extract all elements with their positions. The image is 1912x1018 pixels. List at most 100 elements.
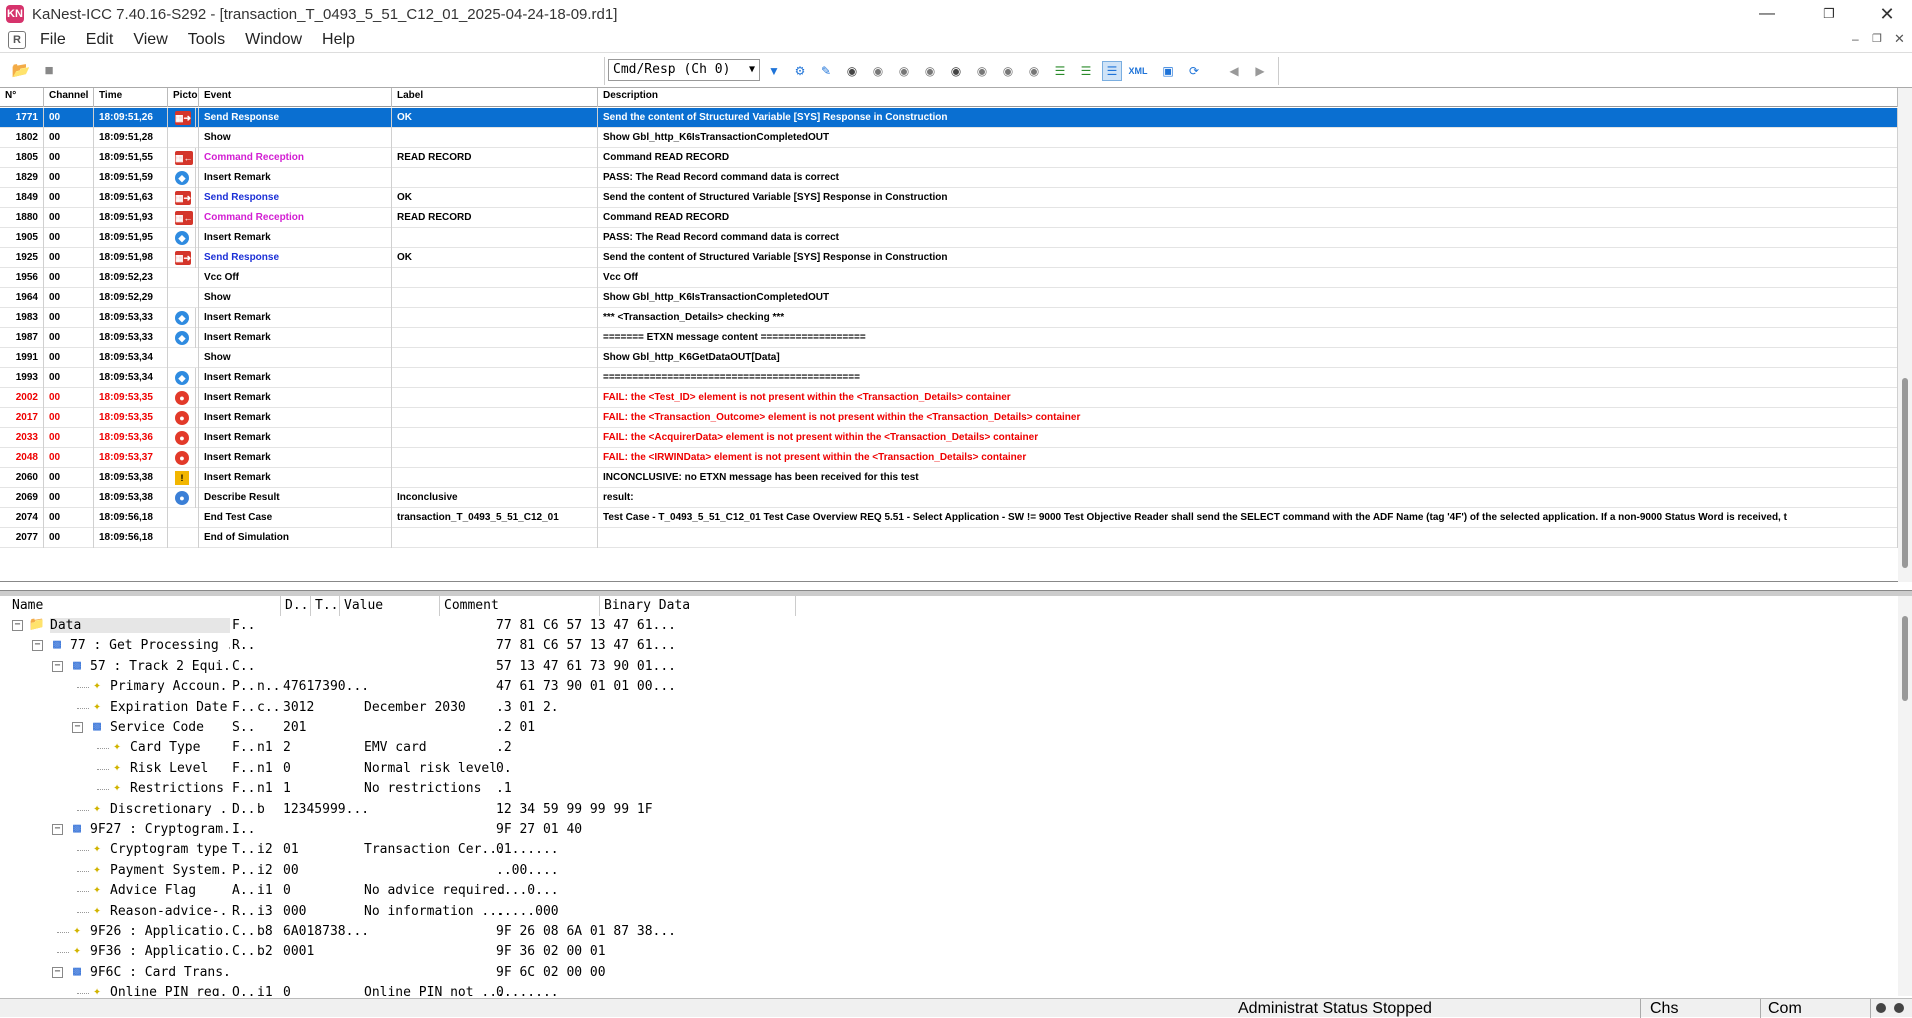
menu-file[interactable]: File <box>30 31 76 49</box>
scroll-thumb[interactable] <box>1902 378 1908 568</box>
event-row[interactable]: 1771 00 18:09:51,26 ▦➜ Send Response OK Send t… <box>0 108 1898 128</box>
menu-view[interactable]: View <box>123 31 177 49</box>
save-icon[interactable]: ■ <box>38 59 60 81</box>
collapse-toggle-icon[interactable]: − <box>52 966 63 978</box>
find-next-icon[interactable]: ◉ <box>868 61 888 81</box>
settings-icon[interactable]: ▣ <box>1158 61 1178 81</box>
filter-icon[interactable]: ▼ <box>764 61 784 81</box>
find-response-icon[interactable]: ◉ <box>946 61 966 81</box>
event-row[interactable]: 2074 00 18:09:56,18 End Test Case transactio… <box>0 508 1898 528</box>
col-header-description[interactable]: Description <box>598 88 1898 107</box>
tree-row[interactable]: ✦ Cryptogram type T.. i2 01 Transaction Cer..… <box>8 840 1898 860</box>
col-header-d[interactable]: D.. <box>281 596 311 616</box>
channel-select[interactable]: Cmd/Resp (Ch 0) ▼ <box>608 59 760 81</box>
sync-icon[interactable]: ⟳ <box>1184 61 1204 81</box>
close-icon[interactable]: ✕ <box>1864 0 1910 28</box>
col-header-channel[interactable]: Channel <box>44 88 94 107</box>
collapse-toggle-icon[interactable]: − <box>72 722 83 733</box>
tree-row[interactable]: ✦ Payment System... P.. i2 00 ..00.... <box>8 861 1898 881</box>
find-previous-icon[interactable]: ◉ <box>894 61 914 81</box>
filter-edit-icon[interactable]: ✎ <box>816 61 836 81</box>
event-row[interactable]: 1802 00 18:09:51,28 Show Show Gbl_http_K6IsT… <box>0 128 1898 148</box>
event-row[interactable]: 1991 00 18:09:53,34 Show Show Gbl_http_K6Get… <box>0 348 1898 368</box>
collapse-toggle-icon[interactable]: − <box>52 660 63 672</box>
tree-row[interactable]: − ▩ Service Code S.. 201 .2 01 <box>8 718 1898 738</box>
tree-row[interactable]: ✦ Expiration Date F.. c.. 3012 December 2030.… <box>8 698 1898 718</box>
mdi-minimize-icon[interactable]: – <box>1852 32 1859 46</box>
col-header-name[interactable]: Name <box>8 596 281 616</box>
event-row[interactable]: 2048 00 18:09:53,37 ● Insert Remark FAIL: the… <box>0 448 1898 468</box>
find-error-icon[interactable]: ◉ <box>998 61 1018 81</box>
col-header-time[interactable]: Time <box>94 88 168 107</box>
tree-row[interactable]: −▩ 77 : Get Processing ...R.. 77 81 C6 57 … <box>8 636 1898 656</box>
col-header-t[interactable]: T.. <box>311 596 340 616</box>
event-row[interactable]: 1880 00 18:09:51,93 ▦← Command Reception READ… <box>0 208 1898 228</box>
tree-row[interactable]: ✦ Online PIN req... O.. i1 0 Online PIN not .… <box>8 983 1898 996</box>
vertical-scrollbar[interactable] <box>1898 88 1912 582</box>
mdi-restore-icon[interactable]: ❐ <box>1872 32 1882 45</box>
back-arrow-icon[interactable]: ◀ <box>1224 61 1244 81</box>
event-row[interactable]: 2069 00 18:09:53,38 ● Describe Result Inconcl… <box>0 488 1898 508</box>
col-header-comment[interactable]: Comment <box>440 596 600 616</box>
tree-row[interactable]: ✦ Reason-advice-... R.. i3 000 No information… <box>8 902 1898 922</box>
find-command-icon[interactable]: ◉ <box>920 61 940 81</box>
event-row[interactable]: 2033 00 18:09:53,36 ● Insert Remark FAIL: the… <box>0 428 1898 448</box>
tree-row[interactable]: − 📁 Data F.. 77 81 C6 57 13 47 61... <box>8 616 1898 636</box>
menu-window[interactable]: Window <box>235 31 312 49</box>
event-row[interactable]: 1983 00 18:09:53,33 ◆ Insert Remark *** <Tran… <box>0 308 1898 328</box>
collapse-toggle-icon[interactable]: − <box>12 620 23 631</box>
detail-view-icon[interactable]: ☰ <box>1076 61 1096 81</box>
find-remark-icon[interactable]: ◉ <box>972 61 992 81</box>
collapse-toggle-icon[interactable]: − <box>32 640 43 652</box>
minimize-icon[interactable]: — <box>1744 0 1790 28</box>
event-row[interactable]: 1829 00 18:09:51,59 ◆ Insert Remark PASS: The… <box>0 168 1898 188</box>
event-row[interactable]: 2017 00 18:09:53,35 ● Insert Remark FAIL: the… <box>0 408 1898 428</box>
tree-row[interactable]: ✦ Primary Accoun... P.. n.. 47617390... 47 61… <box>8 677 1898 697</box>
tree-row[interactable]: ✦ 9F36 : Applicatio...C..b2 0001 9F 36 02 0… <box>8 942 1898 962</box>
event-row[interactable]: 2060 00 18:09:53,38! Insert Remark INCONCLUS… <box>0 468 1898 488</box>
event-row[interactable]: 1849 00 18:09:51,63 ▦➜ Send Response OK Send t… <box>0 188 1898 208</box>
find-warning-icon[interactable]: ◉ <box>1024 61 1044 81</box>
xml-export-icon[interactable]: XML <box>1128 61 1148 81</box>
event-row[interactable]: 2002 00 18:09:53,35 ● Insert Remark FAIL: the… <box>0 388 1898 408</box>
event-row[interactable]: 1993 00 18:09:53,34 ◆ Insert Remark =========… <box>0 368 1898 388</box>
event-row[interactable]: 1956 00 18:09:52,23 Vcc Off Vcc Off <box>0 268 1898 288</box>
scroll-thumb[interactable] <box>1902 616 1908 701</box>
menu-tools[interactable]: Tools <box>178 31 235 49</box>
tree-row[interactable]: −▩ 57 : Track 2 Equi...C.. 57 13 47 61 73 … <box>8 657 1898 677</box>
restore-icon[interactable]: ❐ <box>1806 0 1852 28</box>
event-row[interactable]: 1925 00 18:09:51,98 ▦➜ Send Response OK Send t… <box>0 248 1898 268</box>
col-header-event[interactable]: Event <box>199 88 392 107</box>
mdi-close-icon[interactable]: ✕ <box>1894 31 1905 47</box>
tree-row[interactable]: ✦ 9F26 : Applicatio...C..b8 6A018738... 9F … <box>8 922 1898 942</box>
find-icon[interactable]: ◉ <box>842 61 862 81</box>
collapse-toggle-icon[interactable]: − <box>52 824 63 835</box>
menu-help[interactable]: Help <box>312 31 365 49</box>
tree-row[interactable]: ✦ Risk Level F.. n1 0 Normal risk level 0. <box>8 759 1898 779</box>
tree-row[interactable]: −▩ 9F6C : Card Trans... 9F 6C 02 00 00 <box>8 963 1898 983</box>
col-header-number[interactable]: N° <box>0 88 44 107</box>
tree-cell-bin: .3 01 2. <box>496 699 559 715</box>
event-row[interactable]: 1805 00 18:09:51,55 ▦← Command Reception READ… <box>0 148 1898 168</box>
col-header-value[interactable]: Value <box>340 596 440 616</box>
event-row[interactable]: 1905 00 18:09:51,95 ◆ Insert Remark PASS: The… <box>0 228 1898 248</box>
tree-row[interactable]: ✦ Advice Flag A.. i1 0 No advice required....… <box>8 881 1898 901</box>
open-folder-icon[interactable]: 📂 <box>10 59 32 81</box>
col-header-picto[interactable]: Picto <box>168 88 199 107</box>
list-view-icon[interactable]: ☰ <box>1050 61 1070 81</box>
event-row[interactable]: 2077 00 18:09:56,18 End of Simulation <box>0 528 1898 548</box>
document-icon[interactable]: R <box>8 31 26 49</box>
menu-edit[interactable]: Edit <box>76 31 124 49</box>
tree-row[interactable]: ✦ Restrictions F.. n1 1 No restrictions .1 <box>8 779 1898 799</box>
tree-view-icon[interactable]: ☰ <box>1102 61 1122 81</box>
tree-row[interactable]: ✦ Card Type F.. n1 2 EMV card .2 <box>8 738 1898 758</box>
tree-vertical-scrollbar[interactable] <box>1898 596 1912 996</box>
tree-row[interactable]: −▩ 9F27 : Cryptogram...I.. 9F 27 01 40 <box>8 820 1898 840</box>
col-header-label[interactable]: Label <box>392 88 598 107</box>
tree-row[interactable]: ✦ Discretionary ... D.. b 12345999... 12 34 5… <box>8 800 1898 820</box>
filter-options-icon[interactable]: ⚙ <box>790 61 810 81</box>
forward-arrow-icon[interactable]: ▶ <box>1250 61 1270 81</box>
event-row[interactable]: 1987 00 18:09:53,33 ◆ Insert Remark ======= E… <box>0 328 1898 348</box>
col-header-binary[interactable]: Binary Data <box>600 596 796 616</box>
event-row[interactable]: 1964 00 18:09:52,29 Show Show Gbl_http_K6IsT… <box>0 288 1898 308</box>
